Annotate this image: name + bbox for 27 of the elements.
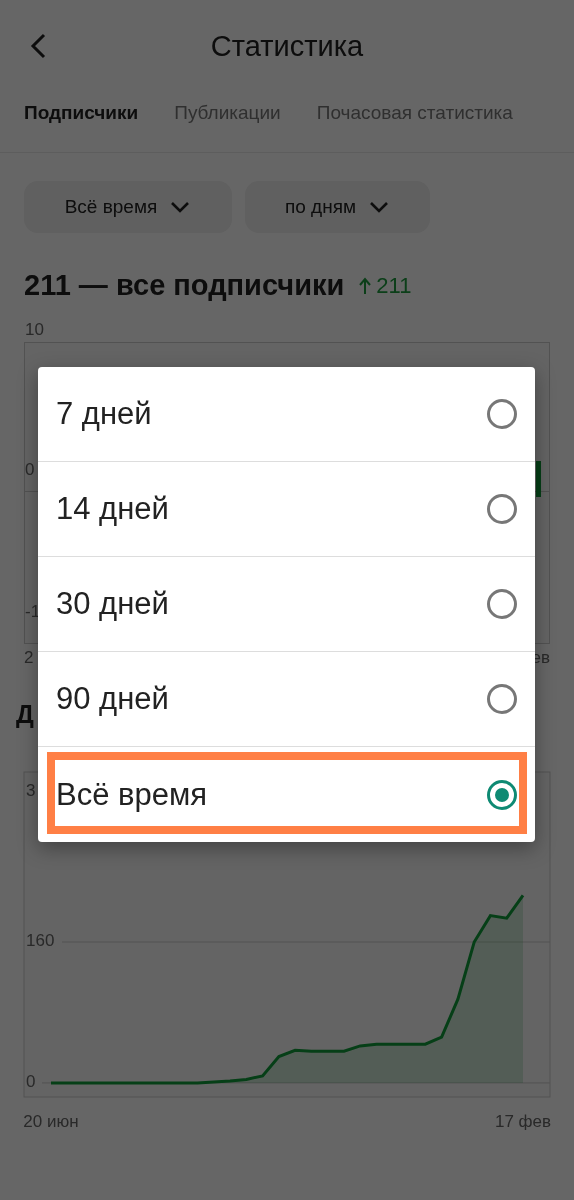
radio-button[interactable]	[487, 684, 517, 714]
radio-button[interactable]	[487, 779, 517, 810]
y-axis-label: -1	[25, 602, 41, 622]
section-heading: Д	[16, 700, 34, 728]
y-axis-label: 160	[26, 931, 55, 951]
y-axis-label: 0	[26, 1072, 36, 1092]
page-title: Статистика	[210, 29, 364, 63]
radio-button[interactable]	[487, 589, 517, 619]
chart-bar	[536, 461, 541, 497]
x-axis-label: 17 фев	[494, 1112, 552, 1131]
period-option[interactable]: 14 дней	[38, 462, 535, 557]
subscribers-total: 211 — все подписчики	[24, 269, 345, 302]
growth-value: 211	[376, 273, 412, 299]
x-axis-label: 20 июн	[23, 1112, 79, 1131]
y-axis-label: 0	[25, 460, 35, 480]
up-arrow-icon	[358, 277, 373, 295]
y-axis-label: 3	[26, 781, 36, 801]
radio-button[interactable]	[487, 399, 517, 429]
chevron-down-icon	[169, 200, 192, 214]
period-option[interactable]: 30 дней	[38, 557, 535, 652]
period-option[interactable]: 7 дней	[38, 367, 535, 462]
chevron-down-icon	[368, 200, 391, 214]
x-axis-label: 2	[24, 648, 34, 668]
y-axis-label: 10	[25, 320, 44, 340]
period-option[interactable]: 90 дней	[38, 652, 535, 747]
period-option[interactable]: Всё время	[38, 747, 535, 842]
radio-button[interactable]	[487, 494, 517, 524]
